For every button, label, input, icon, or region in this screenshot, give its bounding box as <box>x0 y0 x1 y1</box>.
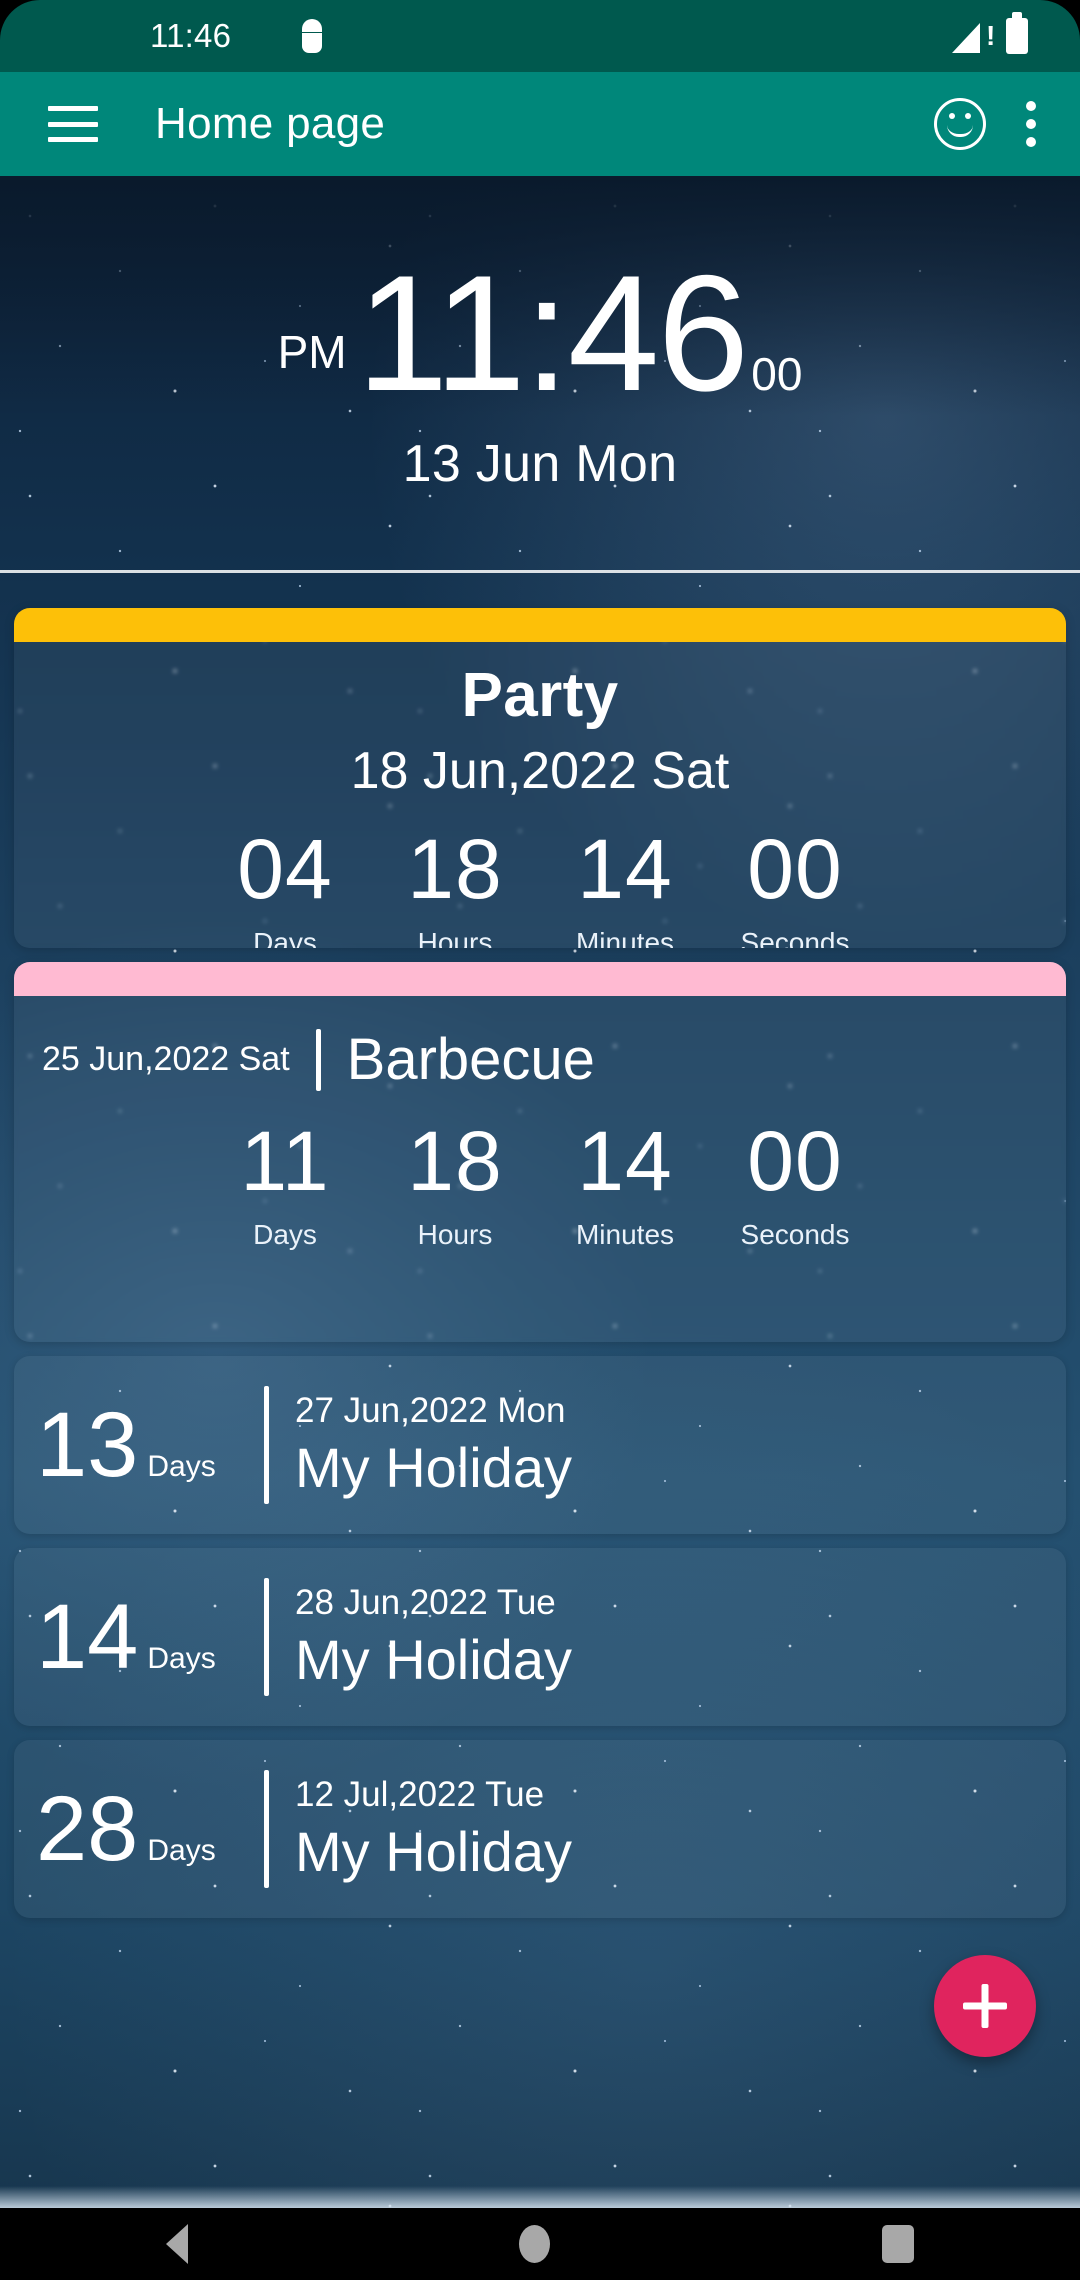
list-bottom-fade <box>0 2186 1080 2208</box>
home-icon[interactable] <box>519 2225 551 2263</box>
countdown-hours: 18 Hours <box>370 827 540 948</box>
countdown-days-value: 11 <box>240 1114 330 1208</box>
event-info: 28 Jun,2022 Tue My Holiday <box>295 1583 572 1692</box>
smiley-face-icon[interactable] <box>934 98 986 150</box>
countdown-minutes-label: Minutes <box>575 927 675 948</box>
battery-full-icon <box>1006 12 1028 54</box>
countdown-days: 04 Days <box>200 827 370 948</box>
accent-bar-amber <box>14 608 1066 642</box>
events-list[interactable]: Party 18 Jun,2022 Sat 04 Days 18 Hours 1… <box>0 584 1080 2208</box>
add-event-fab[interactable] <box>934 1955 1036 2057</box>
countdown-minutes-label: Minutes <box>575 1219 675 1250</box>
countdown-days-value: 04 <box>237 822 333 916</box>
recents-icon[interactable] <box>882 2225 915 2263</box>
featured-event-card-barbecue[interactable]: 25 Jun,2022 Sat Barbecue 11 Days 18 Hour… <box>14 962 1066 1342</box>
countdown-seconds: 00 Seconds <box>710 1119 880 1251</box>
kebab-menu-icon[interactable] <box>1026 101 1036 147</box>
android-navigation-bar <box>0 2208 1080 2280</box>
list-item[interactable]: 14 Days 28 Jun,2022 Tue My Holiday <box>14 1548 1066 1726</box>
countdown-minutes: 14 Minutes <box>540 827 710 948</box>
countdown-days-label: Days <box>253 1219 317 1250</box>
status-bar-icons: ! <box>952 12 1028 54</box>
countdown-hours-value: 18 <box>407 1114 503 1208</box>
accent-bar-pink <box>14 962 1066 996</box>
countdown-hours-label: Hours <box>417 1219 493 1250</box>
days-value: 28 <box>36 1778 139 1880</box>
event-title: My Holiday <box>295 1435 572 1499</box>
vertical-divider <box>264 1386 269 1504</box>
list-item[interactable]: 13 Days 27 Jun,2022 Mon My Holiday <box>14 1356 1066 1534</box>
days-label: Days <box>147 1642 216 1675</box>
clock-row: PM 11:46 00 <box>277 241 803 425</box>
status-bar: 11:46 ! <box>0 0 1080 72</box>
vertical-divider <box>264 1578 269 1696</box>
android-debug-icon <box>299 19 325 53</box>
days-remaining: 13 Days <box>14 1399 264 1491</box>
event-date: 28 Jun,2022 Tue <box>295 1582 556 1622</box>
countdown-minutes-value: 14 <box>577 1114 673 1208</box>
vertical-divider <box>264 1770 269 1888</box>
status-bar-clock: 11:46 <box>150 17 232 54</box>
event-date: 25 Jun,2022 Sat <box>42 1040 290 1078</box>
event-title: Party <box>461 661 619 730</box>
screen-corner-right <box>1040 0 1080 40</box>
countdown-row: 04 Days 18 Hours 14 Minutes 00 Seconds <box>14 827 1066 948</box>
event-date: 18 Jun,2022 Sat <box>350 742 730 800</box>
days-value: 13 <box>36 1394 139 1496</box>
countdown-seconds: 00 Seconds <box>710 827 880 948</box>
hamburger-menu-icon[interactable] <box>48 106 98 142</box>
featured-event-card-party[interactable]: Party 18 Jun,2022 Sat 04 Days 18 Hours 1… <box>14 608 1066 948</box>
event-date: 27 Jun,2022 Mon <box>295 1390 566 1430</box>
list-item[interactable]: 28 Days 12 Jul,2022 Tue My Holiday <box>14 1740 1066 1918</box>
countdown-hours: 18 Hours <box>370 1119 540 1251</box>
event-info: 27 Jun,2022 Mon My Holiday <box>295 1391 572 1500</box>
screen-corner-left <box>0 0 40 40</box>
countdown-hours-value: 18 <box>407 822 503 916</box>
phone-screen: 11:46 ! Home page PM 11:46 00 13 Jun Mon… <box>0 0 1080 2280</box>
countdown-minutes: 14 Minutes <box>540 1119 710 1251</box>
countdown-seconds-value: 00 <box>747 1114 843 1208</box>
back-icon[interactable] <box>165 2224 188 2264</box>
page-title: Home page <box>155 99 386 148</box>
app-bar-actions <box>934 98 1036 150</box>
days-remaining: 14 Days <box>14 1591 264 1683</box>
clock-ampm: PM <box>277 326 347 378</box>
countdown-hours-label: Hours <box>417 927 493 948</box>
countdown-days: 11 Days <box>200 1119 370 1251</box>
countdown-seconds-value: 00 <box>747 822 843 916</box>
countdown-seconds-label: Seconds <box>740 927 850 948</box>
event-header: 25 Jun,2022 Sat Barbecue <box>14 996 1066 1093</box>
countdown-row: 11 Days 18 Hours 14 Minutes 00 Seconds <box>14 1119 1066 1251</box>
event-title: My Holiday <box>295 1819 572 1883</box>
clock-time: 11:46 <box>356 241 750 425</box>
vertical-divider <box>315 1028 321 1091</box>
app-bar: Home page <box>0 72 1080 176</box>
countdown-seconds-label: Seconds <box>740 1219 850 1250</box>
event-info: 12 Jul,2022 Tue My Holiday <box>295 1775 572 1884</box>
event-title: My Holiday <box>295 1627 572 1691</box>
countdown-days-label: Days <box>253 927 317 948</box>
days-label: Days <box>147 1450 216 1483</box>
event-date: 12 Jul,2022 Tue <box>295 1774 545 1814</box>
signal-no-sim-icon: ! <box>952 19 995 53</box>
clock-date: 13 Jun Mon <box>402 435 678 493</box>
current-time-display: PM 11:46 00 13 Jun Mon <box>0 176 1080 576</box>
days-remaining: 28 Days <box>14 1783 264 1875</box>
clock-seconds: 00 <box>751 348 803 400</box>
days-label: Days <box>147 1834 216 1867</box>
days-value: 14 <box>36 1586 139 1688</box>
countdown-minutes-value: 14 <box>577 822 673 916</box>
section-divider <box>0 570 1080 573</box>
event-title: Barbecue <box>346 1027 595 1092</box>
